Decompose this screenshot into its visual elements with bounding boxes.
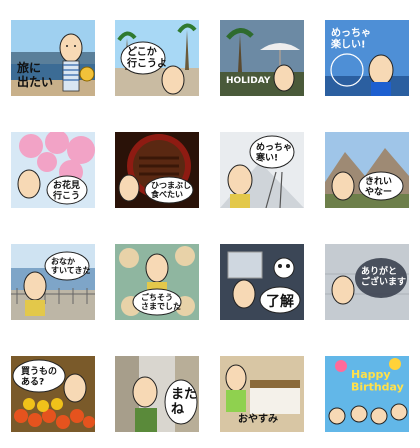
sticker-so-fun[interactable]: めっちゃ楽しい! <box>325 20 409 96</box>
sticker-caption: HOLIDAY <box>226 76 271 86</box>
sticker-caption: めっちゃ楽しい! <box>330 27 371 51</box>
sticker-thank-you-image: ありがとございます <box>325 244 409 320</box>
sticker-holiday[interactable]: HOLIDAY <box>220 20 304 96</box>
sticker-hungry-image: おなかすいてきた <box>11 244 95 320</box>
sticker-so-cold-image: めっちゃ寒い! <box>220 132 304 208</box>
sticker-so-pretty[interactable]: きれいやなー <box>325 132 409 208</box>
sticker-so-pretty-image: きれいやなー <box>325 132 409 208</box>
sticker-hitsumabushi-image: ひつまぶし食べたい <box>115 132 199 208</box>
sticker-caption: 了解 <box>266 293 294 310</box>
sticker-shopping[interactable]: 買うものある? <box>11 356 95 432</box>
sticker-caption: きれいやなー <box>365 176 392 197</box>
sticker-good-night-image: おやすみ <box>220 356 304 432</box>
sticker-see-you[interactable]: またね <box>115 356 199 432</box>
sticker-thank-meal[interactable]: ごちそうさまでした <box>115 244 199 320</box>
sticker-cherry-blossom-image: お花見行こう <box>11 132 95 208</box>
sticker-caption: おやすみ <box>238 413 278 425</box>
sticker-hungry[interactable]: おなかすいてきた <box>11 244 95 320</box>
sticker-holiday-image: HOLIDAY <box>220 20 304 96</box>
sticker-roger-image: 了解 <box>220 244 304 320</box>
sticker-travel[interactable]: 旅に出たい <box>11 20 95 96</box>
sticker-cherry-blossom[interactable]: お花見行こう <box>11 132 95 208</box>
sticker-hitsumabushi[interactable]: ひつまぶし食べたい <box>115 132 199 208</box>
sticker-thank-meal-image: ごちそうさまでした <box>115 244 199 320</box>
sticker-travel-image: 旅に出たい <box>11 20 95 96</box>
sticker-shopping-image: 買うものある? <box>11 356 95 432</box>
sticker-lets-go-image: どこか行こうよ <box>115 20 199 96</box>
sticker-happy-birthday-image: Happy Birthday <box>325 356 409 432</box>
sticker-lets-go[interactable]: どこか行こうよ <box>115 20 199 96</box>
sticker-so-cold[interactable]: めっちゃ寒い! <box>220 132 304 208</box>
sticker-so-fun-image: めっちゃ楽しい! <box>325 20 409 96</box>
sticker-roger[interactable]: 了解 <box>220 244 304 320</box>
sticker-caption: お花見行こう <box>52 179 80 201</box>
sticker-thank-you[interactable]: ありがとございます <box>325 244 409 320</box>
sticker-grid: 旅に出たい どこか行こうよ HOLIDAY めっちゃ楽しい! お花見行こう ひつ… <box>0 0 420 448</box>
sticker-happy-birthday[interactable]: Happy Birthday <box>325 356 409 432</box>
sticker-good-night[interactable]: おやすみ <box>220 356 304 432</box>
sticker-see-you-image: またね <box>115 356 199 432</box>
